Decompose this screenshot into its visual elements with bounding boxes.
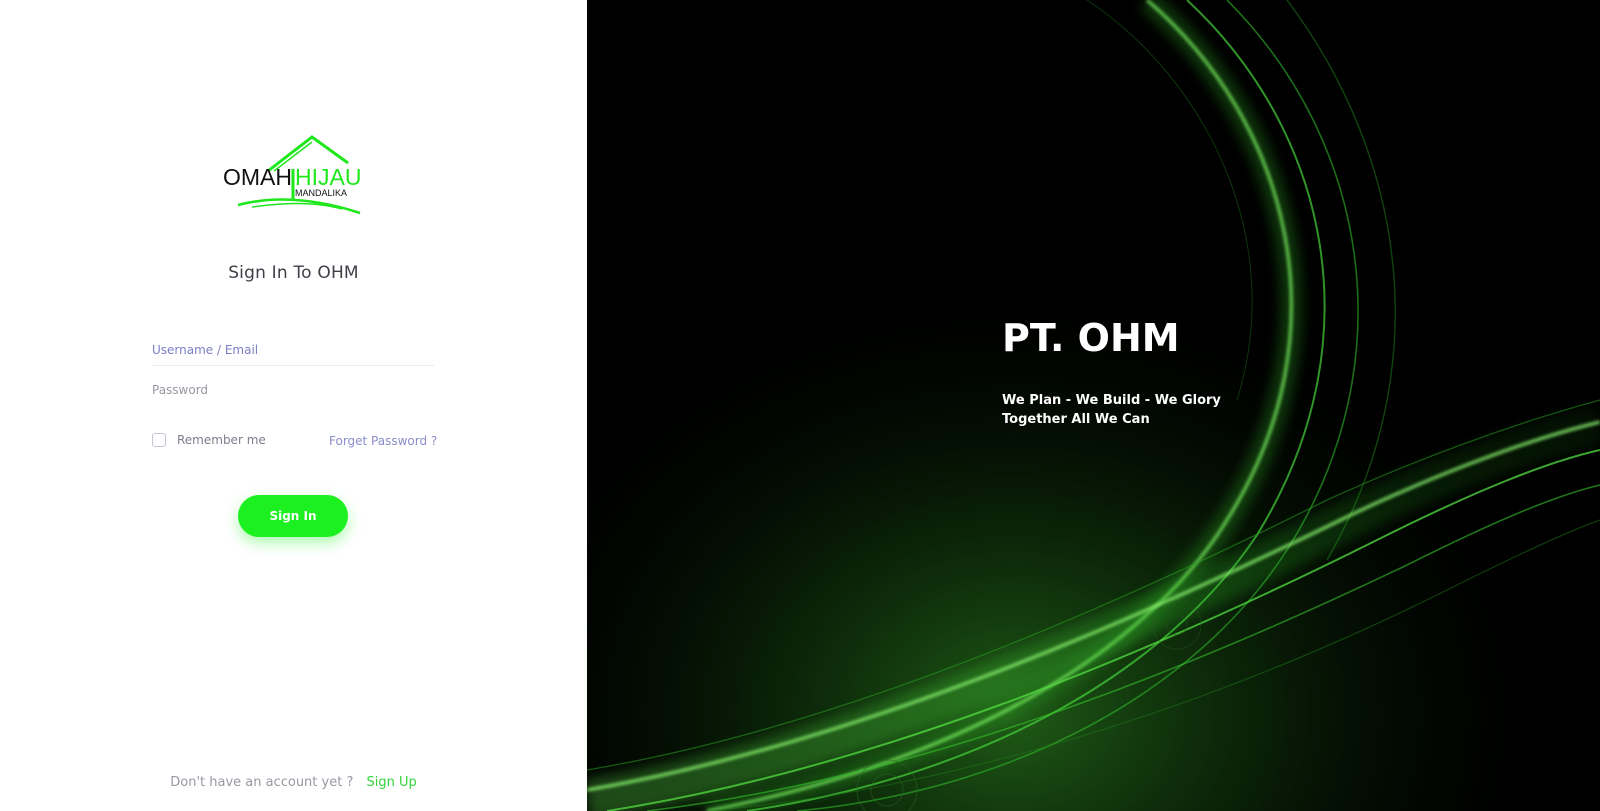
remember-me-label: Remember me <box>177 433 266 447</box>
logo-word-mandalika: MANDALIKA <box>295 188 347 198</box>
forgot-password-link[interactable]: Forget Password ? <box>329 434 437 448</box>
login-panel: OMAH HIJAU MANDALIKA Sign In To OHM Reme… <box>0 0 587 811</box>
password-input[interactable] <box>152 375 434 405</box>
hero-panel: PT. OHM We Plan - We Build - We Glory To… <box>587 0 1600 811</box>
logo-word-hijau: HIJAU <box>295 164 361 190</box>
omah-hijau-logo: OMAH HIJAU MANDALIKA <box>222 133 364 217</box>
sign-in-button[interactable]: Sign In <box>238 495 348 537</box>
tagline-line-1: We Plan - We Build - We Glory <box>1002 393 1221 408</box>
tagline-line-2: Together All We Can <box>1002 412 1150 427</box>
username-input[interactable] <box>152 335 434 366</box>
login-page: OMAH HIJAU MANDALIKA Sign In To OHM Reme… <box>0 0 1600 811</box>
logo-word-omah: OMAH <box>223 164 292 190</box>
remember-me-option[interactable]: Remember me <box>152 433 266 447</box>
signup-prompt-row: Don't have an account yet ? Sign Up <box>0 775 587 790</box>
remember-me-checkbox[interactable] <box>152 433 166 447</box>
sign-up-link[interactable]: Sign Up <box>367 775 417 790</box>
signup-prompt-text: Don't have an account yet ? <box>170 775 354 790</box>
page-title: Sign In To OHM <box>228 263 359 283</box>
hero-title: PT. OHM <box>1002 316 1180 360</box>
hero-tagline: We Plan - We Build - We Glory Together A… <box>1002 391 1221 429</box>
